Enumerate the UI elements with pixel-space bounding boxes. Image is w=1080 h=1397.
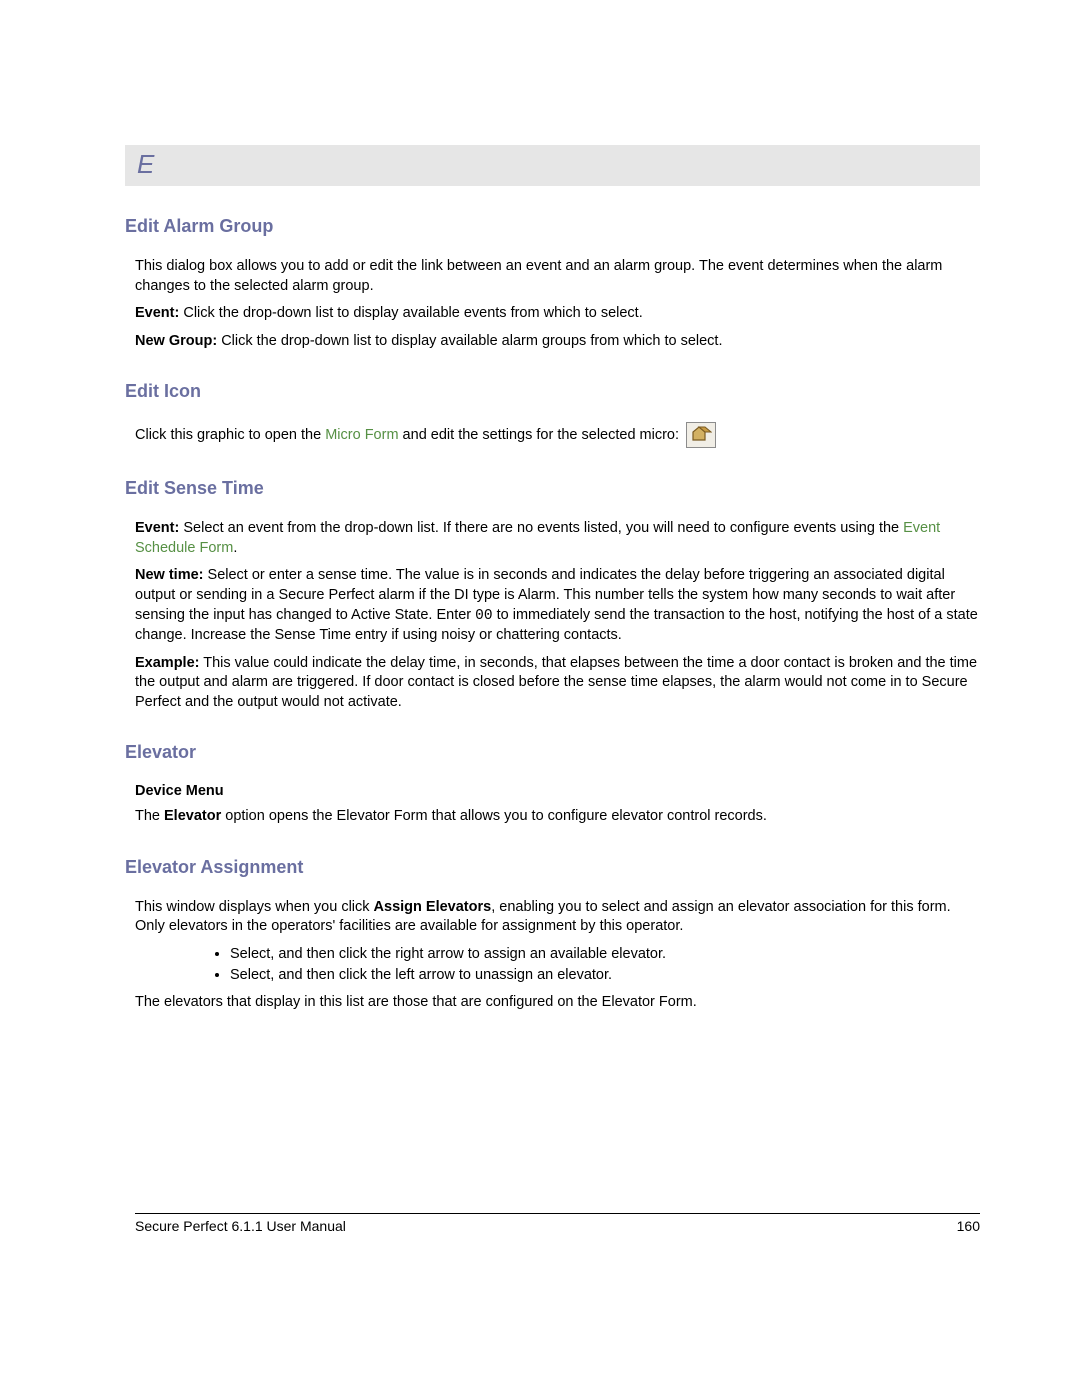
text-new-group: New Group: Click the drop-down list to d… [135, 332, 980, 352]
text-elevator-bold: Elevator [164, 808, 221, 824]
text-elevator: The Elevator option opens the Elevator F… [135, 807, 980, 827]
label-new-group: New Group: [135, 333, 217, 349]
page-footer: Secure Perfect 6.1.1 User Manual 160 [135, 1213, 980, 1234]
text-zero: 00 [475, 608, 492, 624]
text-elevator-pre: The [135, 808, 164, 824]
text-elevator-post: option opens the Elevator Form that allo… [221, 808, 767, 824]
heading-edit-alarm-group: Edit Alarm Group [125, 216, 980, 237]
body-edit-alarm-group: This dialog box allows you to add or edi… [135, 257, 980, 351]
text-ea-intro: This window displays when you click Assi… [135, 898, 980, 937]
text-ea-intro-pre: This window displays when you click [135, 899, 374, 915]
text-est-example: Example: This value could indicate the d… [135, 654, 980, 713]
micro-icon[interactable] [686, 422, 716, 448]
text-edit-icon: Click this graphic to open the Micro For… [135, 422, 980, 448]
body-elevator: Device Menu The Elevator option opens th… [135, 783, 980, 827]
page: E Edit Alarm Group This dialog box allow… [0, 0, 1080, 1360]
text-ea-outro: The elevators that display in this list … [135, 993, 980, 1013]
section-letter: E [137, 149, 154, 179]
bullet-list: Select, and then click the right arrow t… [135, 945, 980, 985]
heading-edit-sense-time: Edit Sense Time [125, 478, 980, 499]
heading-edit-icon: Edit Icon [125, 381, 980, 402]
section-letter-band: E [125, 145, 980, 186]
label-est-event: Event: [135, 520, 179, 536]
text-event: Event: Click the drop-down list to displ… [135, 304, 980, 324]
body-edit-sense-time: Event: Select an event from the drop-dow… [135, 519, 980, 712]
label-event: Event: [135, 305, 179, 321]
link-micro-form[interactable]: Micro Form [325, 427, 398, 443]
label-est-newtime: New time: [135, 567, 204, 583]
text-est-event: Event: Select an event from the drop-dow… [135, 519, 980, 558]
footer-left: Secure Perfect 6.1.1 User Manual [135, 1218, 346, 1234]
text-est-event-post: . [233, 540, 237, 556]
text-intro: This dialog box allows you to add or edi… [135, 257, 980, 296]
text-new-group-body: Click the drop-down list to display avai… [217, 333, 722, 349]
text-post: and edit the settings for the selected m… [399, 427, 684, 443]
heading-elevator-assignment: Elevator Assignment [125, 857, 980, 878]
label-est-example: Example: [135, 655, 199, 671]
text-est-event-pre: Select an event from the drop-down list.… [179, 520, 903, 536]
bullet-item-2: Select, and then click the left arrow to… [230, 966, 980, 986]
subhead-device-menu: Device Menu [135, 783, 980, 799]
text-est-example-body: This value could indicate the delay time… [135, 655, 977, 710]
text-pre: Click this graphic to open the [135, 427, 325, 443]
body-edit-icon: Click this graphic to open the Micro For… [135, 422, 980, 448]
text-est-newtime: New time: Select or enter a sense time. … [135, 566, 980, 645]
heading-elevator: Elevator [125, 742, 980, 763]
text-event-body: Click the drop-down list to display avai… [179, 305, 642, 321]
footer-right: 160 [957, 1218, 980, 1234]
body-elevator-assignment: This window displays when you click Assi… [135, 898, 980, 1013]
text-ea-intro-bold: Assign Elevators [374, 899, 492, 915]
bullet-item-1: Select, and then click the right arrow t… [230, 945, 980, 965]
